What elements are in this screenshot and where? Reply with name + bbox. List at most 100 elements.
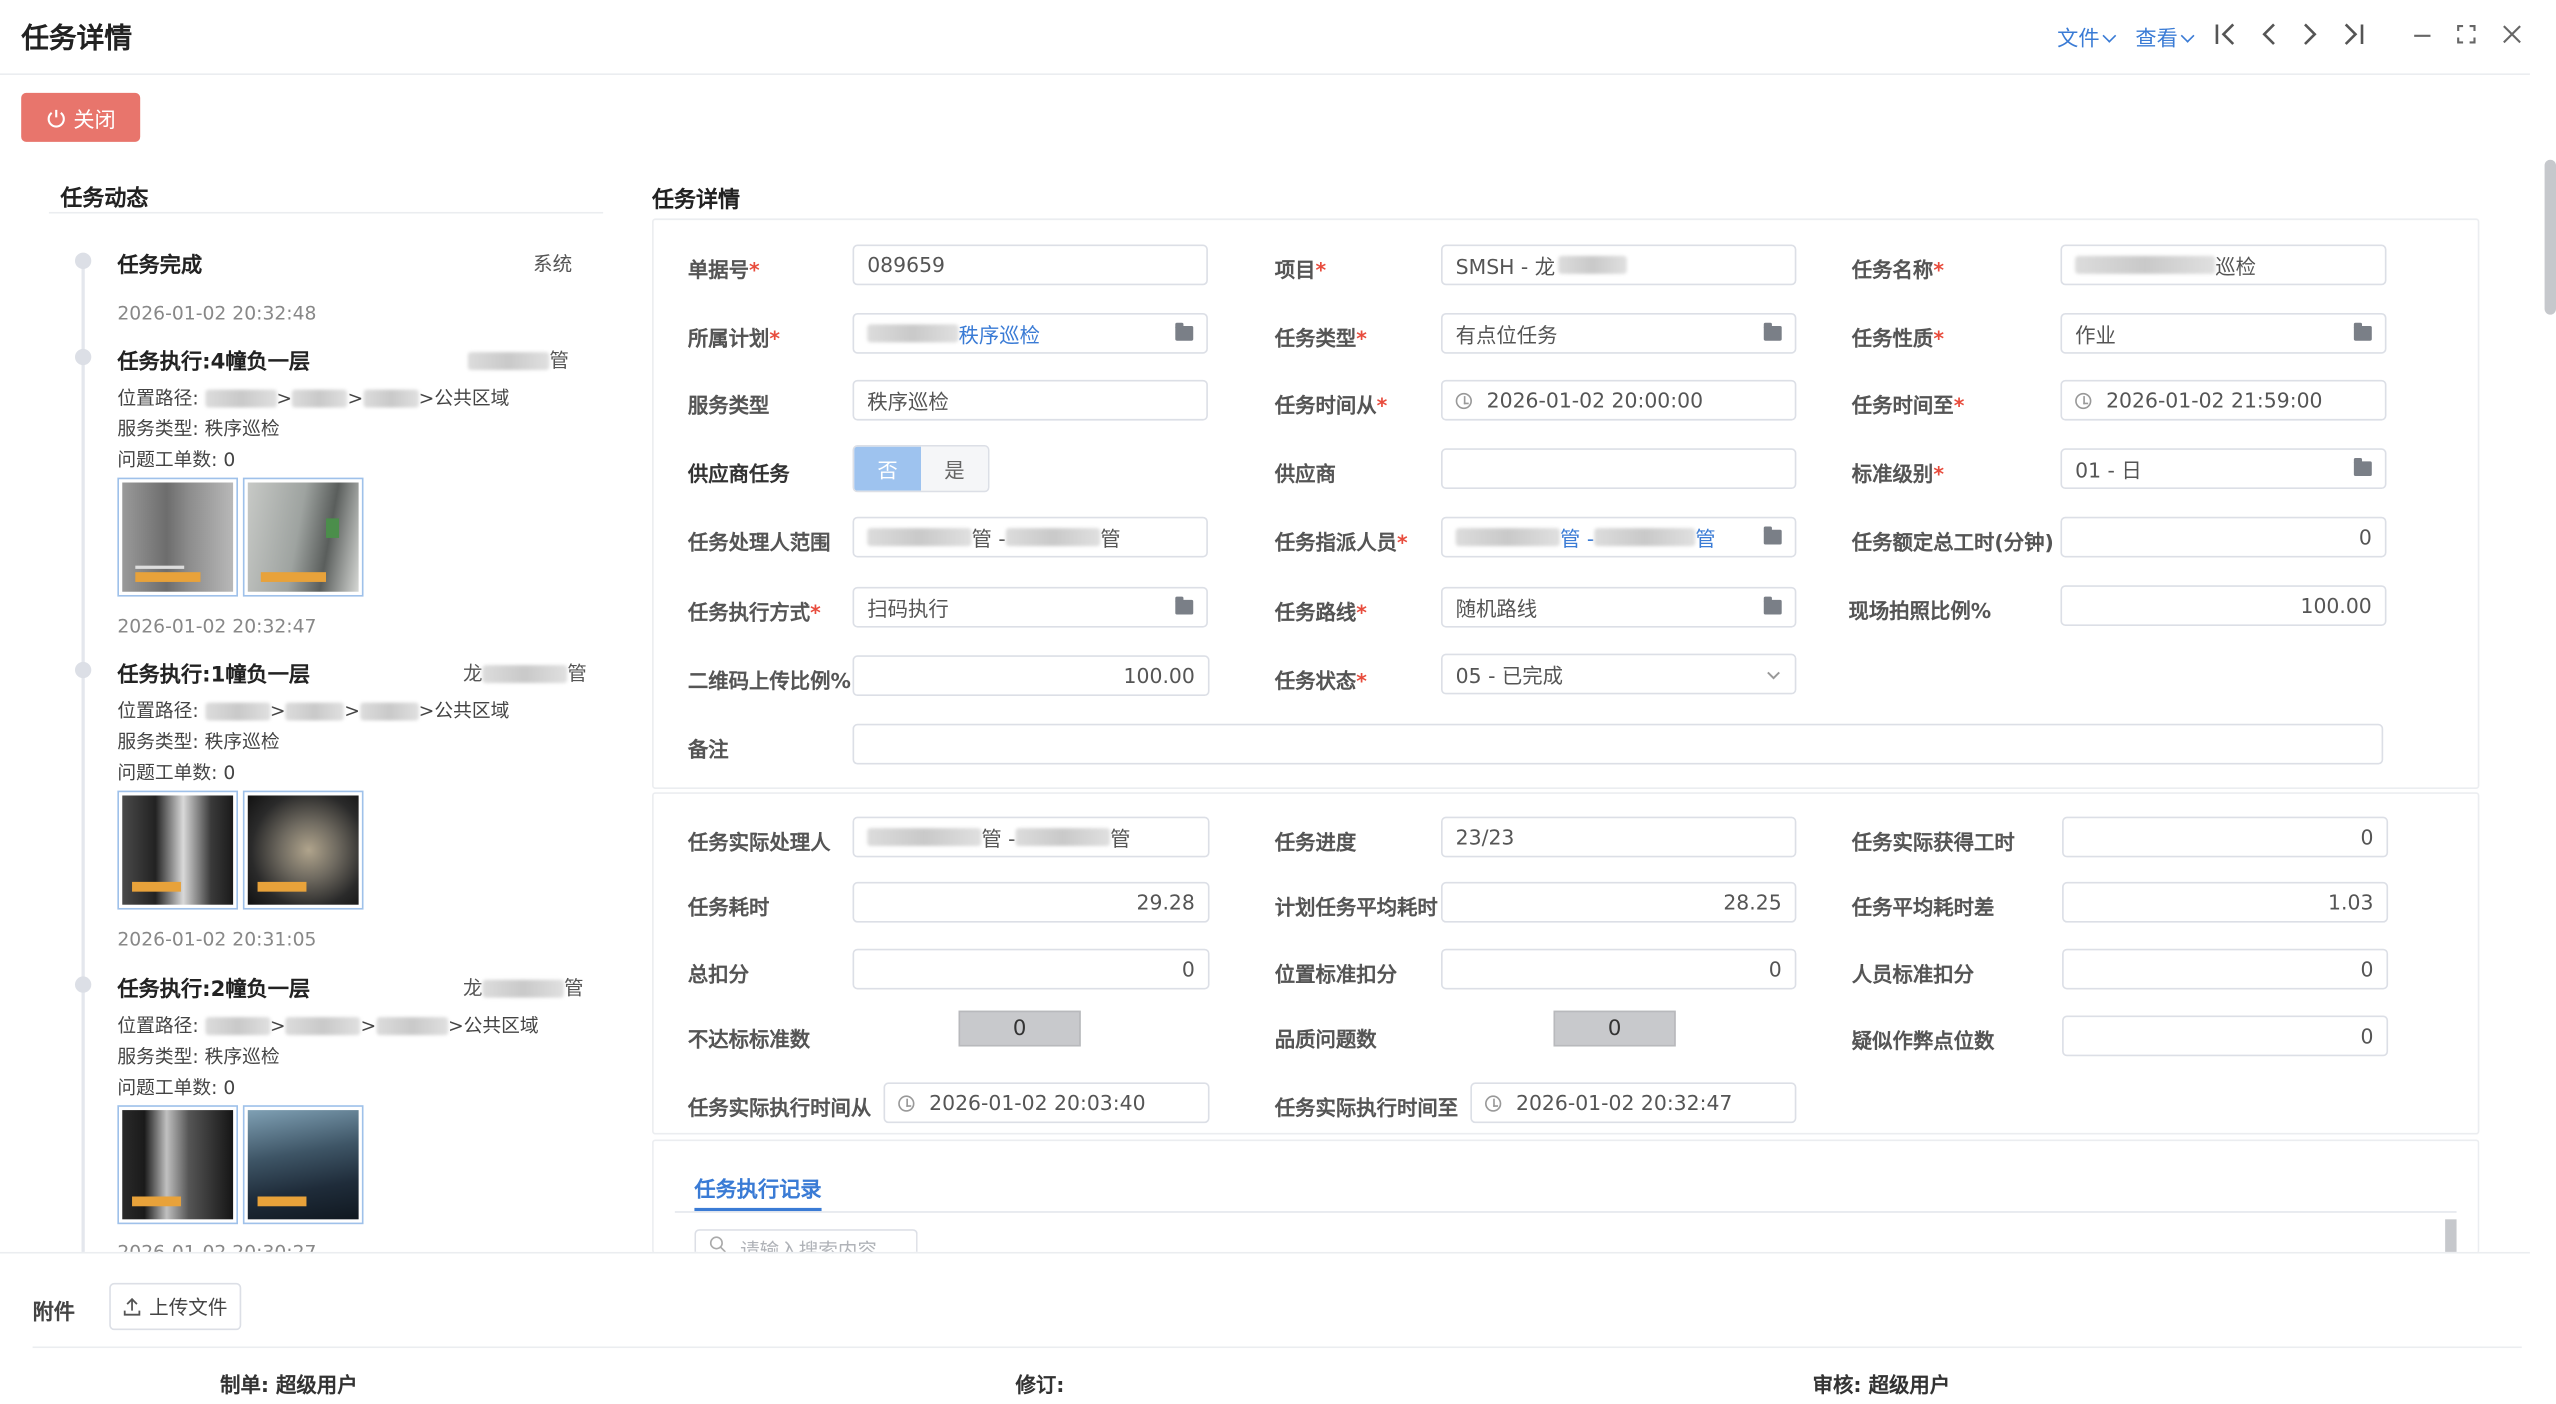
duration-label: 任务耗时: [687, 894, 770, 920]
actual-handler-field[interactable]: 管 -管: [852, 816, 1210, 858]
below-std-count[interactable]: 0: [958, 1010, 1081, 1047]
records-search-input[interactable]: 请输入搜索内容: [694, 1229, 918, 1252]
event-title: 任务完成: [117, 254, 203, 279]
supplier-task-toggle[interactable]: 否 是: [852, 445, 990, 493]
upload-file-button[interactable]: 上传文件: [109, 1282, 242, 1331]
route-label: 任务路线*: [1274, 599, 1367, 625]
records-scrollbar[interactable]: [2445, 1219, 2457, 1252]
plan-field[interactable]: 秩序巡检: [852, 312, 1208, 354]
exec-mode-field[interactable]: 扫码执行: [852, 586, 1208, 628]
event-title: 任务执行:1幢负一层: [117, 663, 311, 688]
menu-file[interactable]: 文件: [2057, 21, 2117, 52]
plan-avg-field[interactable]: 28.25: [1441, 881, 1797, 923]
loc-deduct-field[interactable]: 0: [1441, 948, 1797, 990]
exec-to-field[interactable]: 2026-01-02 20:32:47: [1470, 1082, 1797, 1124]
close-button[interactable]: 关闭: [21, 92, 141, 142]
folder-icon[interactable]: [1175, 322, 1194, 341]
menu-view[interactable]: 查看: [2135, 21, 2195, 52]
person-deduct-field[interactable]: 0: [2062, 948, 2389, 990]
close-window-icon[interactable]: [2497, 20, 2526, 49]
page-scrollbar[interactable]: [2544, 159, 2556, 315]
minimize-icon[interactable]: [2408, 20, 2437, 49]
next-record-icon[interactable]: [2295, 20, 2324, 49]
folder-icon[interactable]: [1763, 526, 1782, 545]
tab-execution-records[interactable]: 任务执行记录: [694, 1172, 821, 1203]
progress-field[interactable]: 23/23: [1441, 816, 1797, 858]
assignee-field[interactable]: 管 -管: [1441, 516, 1797, 558]
event-time: 2026-01-02 20:32:48: [117, 301, 317, 325]
left-divider: [48, 211, 604, 214]
photo-ratio-field[interactable]: 100.00: [2060, 585, 2387, 626]
handler-scope-field[interactable]: 管 -管: [852, 516, 1208, 558]
first-record-icon[interactable]: [2212, 20, 2241, 49]
photo-thumbnail[interactable]: [242, 790, 364, 910]
status-select[interactable]: 05 - 已完成: [1441, 653, 1797, 695]
folder-icon[interactable]: [1763, 322, 1782, 341]
toggle-option-yes[interactable]: 是: [921, 446, 988, 491]
avg-diff-field[interactable]: 1.03: [2062, 881, 2389, 923]
total-deduct-field[interactable]: 0: [852, 948, 1210, 990]
toggle-option-no[interactable]: 否: [854, 446, 922, 491]
photo-thumbnail[interactable]: [242, 1105, 364, 1225]
task-type-field[interactable]: 有点位任务: [1441, 312, 1797, 354]
photo-thumbnail[interactable]: [117, 477, 238, 597]
folder-icon[interactable]: [2353, 322, 2372, 341]
project-field[interactable]: SMSH - 龙: [1441, 244, 1797, 286]
clock-icon: [2075, 392, 2092, 409]
exec-from-field[interactable]: 2026-01-02 20:03:40: [883, 1082, 1210, 1124]
actual-hours-label: 任务实际获得工时: [1851, 829, 2015, 855]
progress-label: 任务进度: [1274, 829, 1357, 855]
doc-no-field[interactable]: 089659: [852, 244, 1208, 286]
photo-thumbnail[interactable]: [242, 477, 364, 597]
std-level-field[interactable]: 01 - 日: [2060, 448, 2387, 490]
chevron-down-icon: [1767, 670, 1780, 679]
std-level-label: 标准级别*: [1851, 461, 1944, 486]
supplier-task-label: 供应商任务: [687, 461, 790, 486]
detail-form-card: [652, 218, 2480, 789]
duration-field[interactable]: 29.28: [852, 881, 1210, 923]
route-field[interactable]: 随机路线: [1441, 586, 1797, 628]
folder-icon[interactable]: [1175, 596, 1194, 615]
clock-icon: [898, 1094, 915, 1111]
actual-hours-field[interactable]: 0: [2062, 816, 2389, 858]
folder-icon[interactable]: [1763, 596, 1782, 615]
time-to-field[interactable]: 2026-01-02 21:59:00: [2060, 379, 2387, 421]
event-title: 任务执行:4幢负一层: [117, 350, 311, 375]
event-issue-count: 问题工单数: 0: [117, 1075, 236, 1099]
plan-label: 所属计划*: [687, 326, 781, 351]
attachment-label: 附件: [32, 1300, 76, 1326]
footer-audit: 审核: 超级用户: [1812, 1372, 1951, 1397]
maximize-icon[interactable]: [2452, 20, 2481, 49]
page-title: 任务详情: [21, 22, 133, 56]
photo-thumbnail[interactable]: [117, 790, 238, 910]
folder-icon[interactable]: [2353, 458, 2372, 476]
time-to-label: 任务时间至*: [1851, 392, 1965, 418]
avg-diff-label: 任务平均耗时差: [1851, 894, 1995, 920]
actual-handler-label: 任务实际处理人: [687, 829, 831, 855]
loc-deduct-label: 位置标准扣分: [1274, 961, 1398, 987]
footer-maker: 制单: 超级用户: [220, 1372, 358, 1397]
quality-count[interactable]: 0: [1553, 1010, 1676, 1047]
plan-avg-label: 计划任务平均耗时: [1274, 894, 1438, 920]
cheat-field[interactable]: 0: [2062, 1015, 2389, 1057]
timeline-axis: [81, 257, 85, 1252]
event-title: 任务执行:2幢负一层: [117, 978, 311, 1003]
photo-thumbnail[interactable]: [117, 1105, 238, 1225]
exec-from-label: 任务实际执行时间从: [687, 1095, 872, 1120]
doc-no-label: 单据号*: [687, 257, 760, 283]
quota-field[interactable]: 0: [2060, 516, 2387, 558]
footer-divider: [32, 1346, 2522, 1349]
last-record-icon[interactable]: [2338, 20, 2367, 49]
event-service-type: 服务类型: 秩序巡检: [117, 730, 280, 754]
task-nature-field[interactable]: 作业: [2060, 312, 2387, 354]
event-path: 位置路径: > > >公共区域: [117, 699, 510, 723]
time-from-field[interactable]: 2026-01-02 20:00:00: [1441, 379, 1797, 421]
task-name-field[interactable]: 巡检: [2060, 244, 2387, 286]
supplier-field[interactable]: [1441, 448, 1797, 490]
project-label: 项目*: [1274, 257, 1327, 283]
qr-ratio-field[interactable]: 100.00: [852, 655, 1210, 697]
timeline-dot: [74, 661, 92, 679]
prev-record-icon[interactable]: [2254, 20, 2283, 49]
remark-field[interactable]: [852, 723, 2384, 765]
service-type-field[interactable]: 秩序巡检: [852, 379, 1208, 421]
